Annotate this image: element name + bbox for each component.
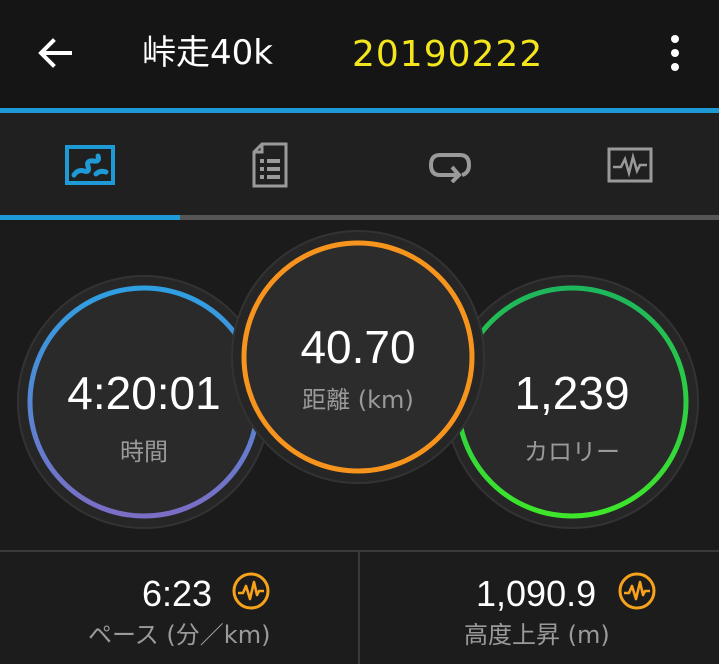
graph-chart-icon <box>607 147 653 183</box>
calories-value: 1,239 <box>514 367 630 419</box>
tab-charts[interactable] <box>540 113 719 217</box>
activity-date: 20190222 <box>352 34 544 75</box>
calories-label: カロリー <box>524 438 620 466</box>
app-header: 峠走40k 20190222 <box>0 0 719 108</box>
tab-laps[interactable] <box>360 113 540 217</box>
tab-details[interactable] <box>180 113 360 217</box>
time-label: 時間 <box>120 438 168 466</box>
distance-label: 距離 (km) <box>302 386 414 414</box>
tab-bar <box>0 113 719 217</box>
pace-value: 6:23 <box>142 573 213 614</box>
elevation-stat[interactable]: 1,090.9 高度上昇 (m) <box>360 552 718 664</box>
pace-stat[interactable]: 6:23 ペース (分／km) <box>0 552 358 664</box>
more-vert-icon[interactable] <box>660 32 690 76</box>
activity-title: 峠走40k <box>142 33 273 73</box>
time-metric[interactable]: 4:20:01 時間 <box>44 368 244 467</box>
back-arrow-icon[interactable] <box>34 32 76 74</box>
distance-metric[interactable]: 40.70 距離 (km) <box>258 322 458 415</box>
elevation-label: 高度上昇 (m) <box>464 621 610 649</box>
time-value: 4:20:01 <box>67 367 221 419</box>
tab-map[interactable] <box>0 113 180 217</box>
pace-chart-icon[interactable] <box>232 572 270 610</box>
laps-loop-icon <box>426 147 474 183</box>
details-list-icon <box>252 142 288 188</box>
bottom-stats: 6:23 ペース (分／km) 1,090.9 高度上昇 (m) <box>0 550 719 664</box>
summary-circles: 4:20:01 時間 40.70 距離 (km) 1,239 カロリー <box>0 220 719 550</box>
calories-metric[interactable]: 1,239 カロリー <box>472 368 672 467</box>
distance-value: 40.70 <box>300 321 416 373</box>
map-route-icon <box>64 144 116 186</box>
pace-label: ペース (分／km) <box>88 621 271 649</box>
elevation-chart-icon[interactable] <box>618 572 656 610</box>
elevation-value: 1,090.9 <box>476 573 597 614</box>
